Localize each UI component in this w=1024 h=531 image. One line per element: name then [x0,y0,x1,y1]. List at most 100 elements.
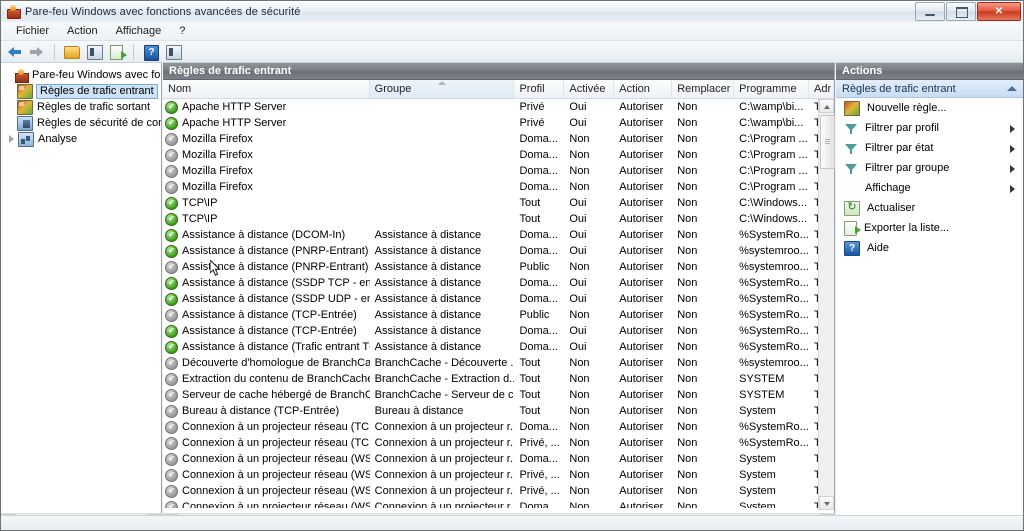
cell-programme: %SystemRo... [739,293,809,305]
table-row[interactable]: Bureau à distance (TCP-Entrée) Bureau à d… [163,403,834,419]
rule-name-text: Mozilla Firefox [182,149,253,161]
table-row[interactable]: Mozilla Firefox Doma... Non Autoriser Non C:\… [163,179,834,195]
table-row[interactable]: Connexion à un projecteur réseau (WSD ..… [163,483,834,499]
column-header-nom[interactable]: Nom [163,80,370,98]
action-label: Exporter la liste... [864,222,949,234]
table-row[interactable]: TCP\IPToutOuiAutoriserNonC:\Windows...To… [163,211,834,227]
rule-name-text: Assistance à distance (SSDP TCP - en ent… [182,277,370,289]
table-row[interactable]: Mozilla Firefox Doma... Non Autoriser Non C:\… [163,131,834,147]
action-refresh[interactable]: Actualiser [836,198,1023,218]
table-row[interactable]: Assistance à distance (TCP-Entrée) Assist… [163,323,834,339]
actions-section-inbound-rules[interactable]: Règles de trafic entrant [836,80,1023,98]
table-row[interactable]: Assistance à distance (SSDP TCP - en ent… [163,275,834,291]
sidebar-item-monitoring[interactable]: Analyse [1,131,161,147]
cell-groupe: Connexion à un projecteur r... [374,437,515,449]
close-button[interactable]: ✕ [977,2,1021,21]
table-row[interactable]: Connexion à un projecteur réseau (WSD ..… [163,467,834,483]
action-filter-by-group[interactable]: Filtrer par groupe [836,158,1023,178]
table-row[interactable]: Apache HTTP Server Privé Oui Autoriser Non C:… [163,115,834,131]
cell-remplacer: Non [677,469,698,481]
table-row[interactable]: Connexion à un projecteur réseau (TCP-E.… [163,435,834,451]
rule-name-text: Apache HTTP Server [182,101,287,113]
table-row[interactable]: Mozilla Firefox Doma... Non Autoriser Non C:\… [163,163,834,179]
export-list-icon[interactable] [107,42,127,61]
column-header-remplacer[interactable]: Remplacer [672,80,735,98]
table-row[interactable]: Assistance à distance (PNRP-Entrant) Assi… [163,243,834,259]
table-row[interactable]: Assistance à distance (PNRP-Entrant) Assi… [163,259,834,275]
cell-groupe: Assistance à distance [374,341,482,353]
cell-activee: Non [569,149,590,161]
column-header-groupe[interactable]: Groupe [369,80,515,98]
cell-activee: Non [569,501,590,508]
table-row[interactable]: TCP\IPToutOuiAutoriserNonC:\Windows...To… [163,195,834,211]
vscroll-thumb[interactable] [820,115,835,169]
action-new-rule[interactable]: Nouvelle règle... [836,98,1023,118]
cell-activee: Oui [569,277,587,289]
back-arrow-icon[interactable] [5,42,25,61]
properties-icon[interactable] [163,42,183,61]
show-hide-tree-icon[interactable] [84,42,104,61]
cell-nom: Serveur de cache hébergé de BranchCac... [163,387,370,403]
cell-nom: Assistance à distance (TCP-Entrée) [163,307,370,323]
menu-fichier[interactable]: Fichier [7,23,58,39]
table-row[interactable]: Apache HTTP Server Privé Oui Autoriser Non C:… [163,99,834,115]
cell-profil: Doma... [519,341,558,353]
table-row[interactable]: Connexion à un projecteur réseau (WSD ..… [163,451,834,467]
table-row[interactable]: Extraction du contenu de BranchCache (..… [163,371,834,387]
action-export-list[interactable]: Exporter la liste... [836,218,1023,238]
column-header-profil[interactable]: Profil [514,80,565,98]
table-row[interactable]: Assistance à distance (TCP-Entrée) Assist… [163,307,834,323]
minimize-button[interactable] [915,2,945,21]
cell-remplacer: Non [677,325,698,337]
action-help[interactable]: ? Aide [836,238,1023,258]
column-header-activee[interactable]: Activée [564,80,615,98]
table-row[interactable]: Serveur de cache hébergé de BranchCac...… [163,387,834,403]
cell-groupe: Connexion à un projecteur r... [374,421,515,433]
cell-activee: Non [569,421,590,433]
table-row[interactable]: Découverte d'homologue de BranchCac... Br… [163,355,834,371]
cell-remplacer: Non [677,181,698,193]
rules-vscrollbar[interactable] [818,99,835,510]
expander-icon[interactable] [7,134,17,144]
rule-name-text: Mozilla Firefox [182,181,253,193]
rule-enabled-icon [165,116,178,130]
column-header-adresse[interactable]: Adr [809,80,834,98]
action-filter-by-state[interactable]: Filtrer par état [836,138,1023,158]
menu-affichage[interactable]: Affichage [107,23,171,39]
chevron-up-icon[interactable] [1007,86,1017,91]
forward-arrow-icon[interactable] [28,42,48,61]
rule-name-text: Bureau à distance (TCP-Entrée) [182,405,340,417]
table-row[interactable]: Assistance à distance (SSDP UDP - en ent… [163,291,834,307]
menu-help[interactable]: ? [170,23,194,39]
cell-profil: Doma... [519,149,558,161]
rule-name-text: Assistance à distance (PNRP-Entrant) [182,261,369,273]
rule-name-text: Apache HTTP Server [182,117,287,129]
cell-activee: Non [569,181,590,193]
sidebar-item-outbound-rules[interactable]: Règles de trafic sortant [1,99,161,115]
action-filter-by-profile[interactable]: Filtrer par profil [836,118,1023,138]
help-icon[interactable]: ? [140,42,160,61]
up-folder-icon[interactable] [61,42,81,61]
cell-programme: %SystemRo... [739,421,809,433]
cell-action: Autoriser [619,245,664,257]
scroll-up-button[interactable] [819,99,834,113]
scroll-down-button[interactable] [819,496,834,510]
column-header-programme[interactable]: Programme [734,80,810,98]
rule-disabled-icon [165,436,178,450]
table-row[interactable]: Connexion à un projecteur réseau (WSD ..… [163,499,834,508]
sidebar-item-inbound-rules[interactable]: Règles de trafic entrant [1,83,161,99]
cell-activee: Oui [569,197,587,209]
table-row[interactable]: Assistance à distance (Trafic entrant TC… [163,339,834,355]
action-view[interactable]: Affichage [836,178,1023,198]
table-row[interactable]: Connexion à un projecteur réseau (TCP-E.… [163,419,834,435]
sidebar-item-connection-security-rules[interactable]: Règles de sécurité de conne [1,115,161,131]
column-header-action[interactable]: Action [614,80,673,98]
cell-profil: Tout [519,357,541,369]
cell-nom: Assistance à distance (PNRP-Entrant) [163,243,370,259]
tree-root-firewall[interactable]: Pare-feu Windows avec fonctio [1,67,161,83]
maximize-button[interactable] [946,2,976,21]
table-row[interactable]: Mozilla Firefox Doma... Non Autoriser Non C:\… [163,147,834,163]
menu-action[interactable]: Action [58,23,107,39]
title-bar[interactable]: Pare-feu Windows avec fonctions avancées… [1,1,1023,23]
table-row[interactable]: Assistance à distance (DCOM-In) Assistanc… [163,227,834,243]
